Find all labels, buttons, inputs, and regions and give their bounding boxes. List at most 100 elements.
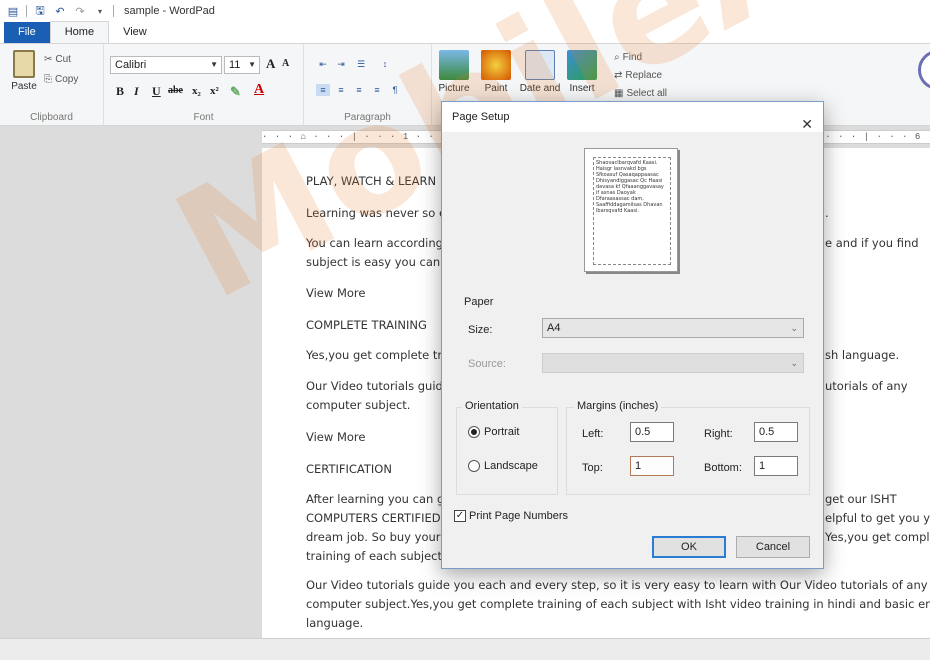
select-all-button[interactable]: ▦ Select all xyxy=(614,88,667,99)
select-all-icon: ▦ xyxy=(614,88,624,99)
chevron-down-icon: ▼ xyxy=(248,60,256,69)
title-bar: ▤ 🖫 ↶ ↷ ▾ sample - WordPad xyxy=(0,0,930,22)
grow-font-button[interactable]: A xyxy=(266,56,275,72)
find-label: Find xyxy=(622,52,643,63)
portrait-radio[interactable]: Portrait xyxy=(468,426,519,438)
subscript-button[interactable]: x₂ xyxy=(192,85,201,97)
font-family-select[interactable]: Calibri ▼ xyxy=(110,56,222,74)
replace-label: Replace xyxy=(625,70,663,81)
clipboard-group: Paste ✂ Cut ⎘ Copy Clipboard xyxy=(0,44,104,126)
text-color-button[interactable]: A xyxy=(254,82,264,98)
window-title: sample - WordPad xyxy=(124,5,215,17)
margins-label: Margins (inches) xyxy=(574,400,662,412)
superscript-button[interactable]: x² xyxy=(210,85,219,97)
doc-line-tail: sh language. xyxy=(825,348,900,362)
picture-icon xyxy=(439,50,469,80)
doc-line: After learning you can g xyxy=(306,492,445,506)
radio-unselected-icon xyxy=(468,460,480,472)
justify-icon[interactable]: ≡ xyxy=(370,84,384,96)
doc-line-tail: utorials of any xyxy=(825,379,908,393)
tab-file[interactable]: File xyxy=(4,22,50,43)
doc-line: computer subject.Yes,you get complete tr… xyxy=(306,597,930,611)
paste-button[interactable]: Paste xyxy=(8,50,40,92)
doc-line: Yes,you get complete tr xyxy=(306,348,443,362)
doc-line: COMPUTERS CERTIFIED ( xyxy=(306,511,449,525)
margins-group xyxy=(566,407,810,495)
account-avatar[interactable] xyxy=(918,50,930,90)
replace-icon: ⇄ xyxy=(614,70,623,81)
tab-home[interactable]: Home xyxy=(49,21,110,43)
insert-object-icon xyxy=(567,50,597,80)
decrease-indent-icon[interactable]: ⇤ xyxy=(316,58,330,70)
close-icon[interactable]: ✕ xyxy=(801,109,813,139)
align-center-icon[interactable]: ≡ xyxy=(334,84,348,96)
doc-heading-training: COMPLETE TRAINING xyxy=(306,318,427,332)
font-size-select[interactable]: 11 ▼ xyxy=(224,56,260,74)
cut-button[interactable]: ✂ Cut xyxy=(44,54,71,65)
doc-link-view-more[interactable]: View More xyxy=(306,284,365,303)
bold-button[interactable]: B xyxy=(116,84,124,99)
copy-button[interactable]: ⎘ Copy xyxy=(44,74,78,85)
dialog-title: Page Setup xyxy=(452,111,510,123)
title-separator xyxy=(113,5,114,17)
increase-indent-icon[interactable]: ⇥ xyxy=(334,58,348,70)
paper-size-select[interactable]: A4 ⌄ xyxy=(542,318,804,338)
shrink-font-button[interactable]: A xyxy=(282,58,289,69)
bullet-list-icon[interactable]: ☰ xyxy=(354,58,368,70)
qat-separator xyxy=(26,5,27,17)
orientation-group xyxy=(456,407,558,495)
doc-line-tail: elpful to get you yo xyxy=(825,511,930,525)
paragraph-group-label: Paragraph xyxy=(344,112,391,123)
doc-line-tail: . xyxy=(825,206,829,220)
doc-line: training of each subject xyxy=(306,549,443,563)
cancel-button[interactable]: Cancel xyxy=(736,536,810,558)
align-right-icon[interactable]: ≡ xyxy=(352,84,366,96)
portrait-label: Portrait xyxy=(484,426,520,438)
highlight-color-icon[interactable]: ✎ xyxy=(230,84,241,100)
underline-button[interactable]: U xyxy=(152,84,161,99)
align-left-icon[interactable]: ≡ xyxy=(316,84,330,96)
chevron-down-icon: ⌄ xyxy=(790,358,798,368)
doc-line: language. xyxy=(306,616,364,630)
undo-icon[interactable]: ↶ xyxy=(53,4,67,18)
font-size-value: 11 xyxy=(229,59,241,71)
top-margin-input[interactable]: 1 xyxy=(630,456,674,476)
ok-button[interactable]: OK xyxy=(652,536,726,558)
cut-label: Cut xyxy=(55,54,71,65)
size-label: Size: xyxy=(468,324,493,336)
insert-object-button[interactable]: Insert xyxy=(562,50,602,94)
print-page-numbers-checkbox[interactable]: ✓ Print Page Numbers xyxy=(454,510,568,522)
doc-line: You can learn according xyxy=(306,236,443,250)
replace-button[interactable]: ⇄ Replace xyxy=(614,70,662,81)
customize-qat-icon[interactable]: ▾ xyxy=(93,4,107,18)
picture-label: Picture xyxy=(438,83,470,94)
paint-drawing-button[interactable]: Paint xyxy=(476,50,516,94)
landscape-radio[interactable]: Landscape xyxy=(468,460,538,472)
right-margin-input[interactable]: 0.5 xyxy=(754,422,798,442)
landscape-label: Landscape xyxy=(484,460,538,472)
paint-label: Paint xyxy=(484,83,508,94)
date-time-button[interactable]: Date and xyxy=(516,50,564,94)
doc-line-tail: e and if you find xyxy=(825,236,919,250)
top-margin-label: Top: xyxy=(582,462,603,474)
bottom-margin-input[interactable]: 1 xyxy=(754,456,798,476)
paragraph-group: ⇤ ⇥ ☰ ↕ ≡ ≡ ≡ ≡ ¶ Paragraph xyxy=(304,44,432,126)
strikethrough-button[interactable]: abe xyxy=(168,85,183,96)
wordpad-app-icon[interactable]: ▤ xyxy=(6,4,20,18)
tab-view[interactable]: View xyxy=(109,22,161,43)
chevron-down-icon: ▼ xyxy=(210,60,218,69)
paragraph-settings-icon[interactable]: ¶ xyxy=(388,84,402,96)
left-margin-input[interactable]: 0.5 xyxy=(630,422,674,442)
save-icon[interactable]: 🖫 xyxy=(33,4,47,18)
doc-line: Learning was never so e xyxy=(306,206,447,220)
find-button[interactable]: ⌕ Find xyxy=(614,52,642,63)
line-spacing-icon[interactable]: ↕ xyxy=(378,58,392,70)
ribbon-tabs: File Home View xyxy=(0,21,930,44)
picture-button[interactable]: Picture xyxy=(434,50,474,94)
italic-button[interactable]: I xyxy=(134,84,139,99)
doc-link-view-more[interactable]: View More xyxy=(306,428,365,447)
redo-icon[interactable]: ↷ xyxy=(73,4,87,18)
checkmark-icon: ✓ xyxy=(454,510,466,522)
print-page-numbers-label: Print Page Numbers xyxy=(469,510,569,522)
dialog-title-bar[interactable]: Page Setup ✕ xyxy=(442,102,823,132)
